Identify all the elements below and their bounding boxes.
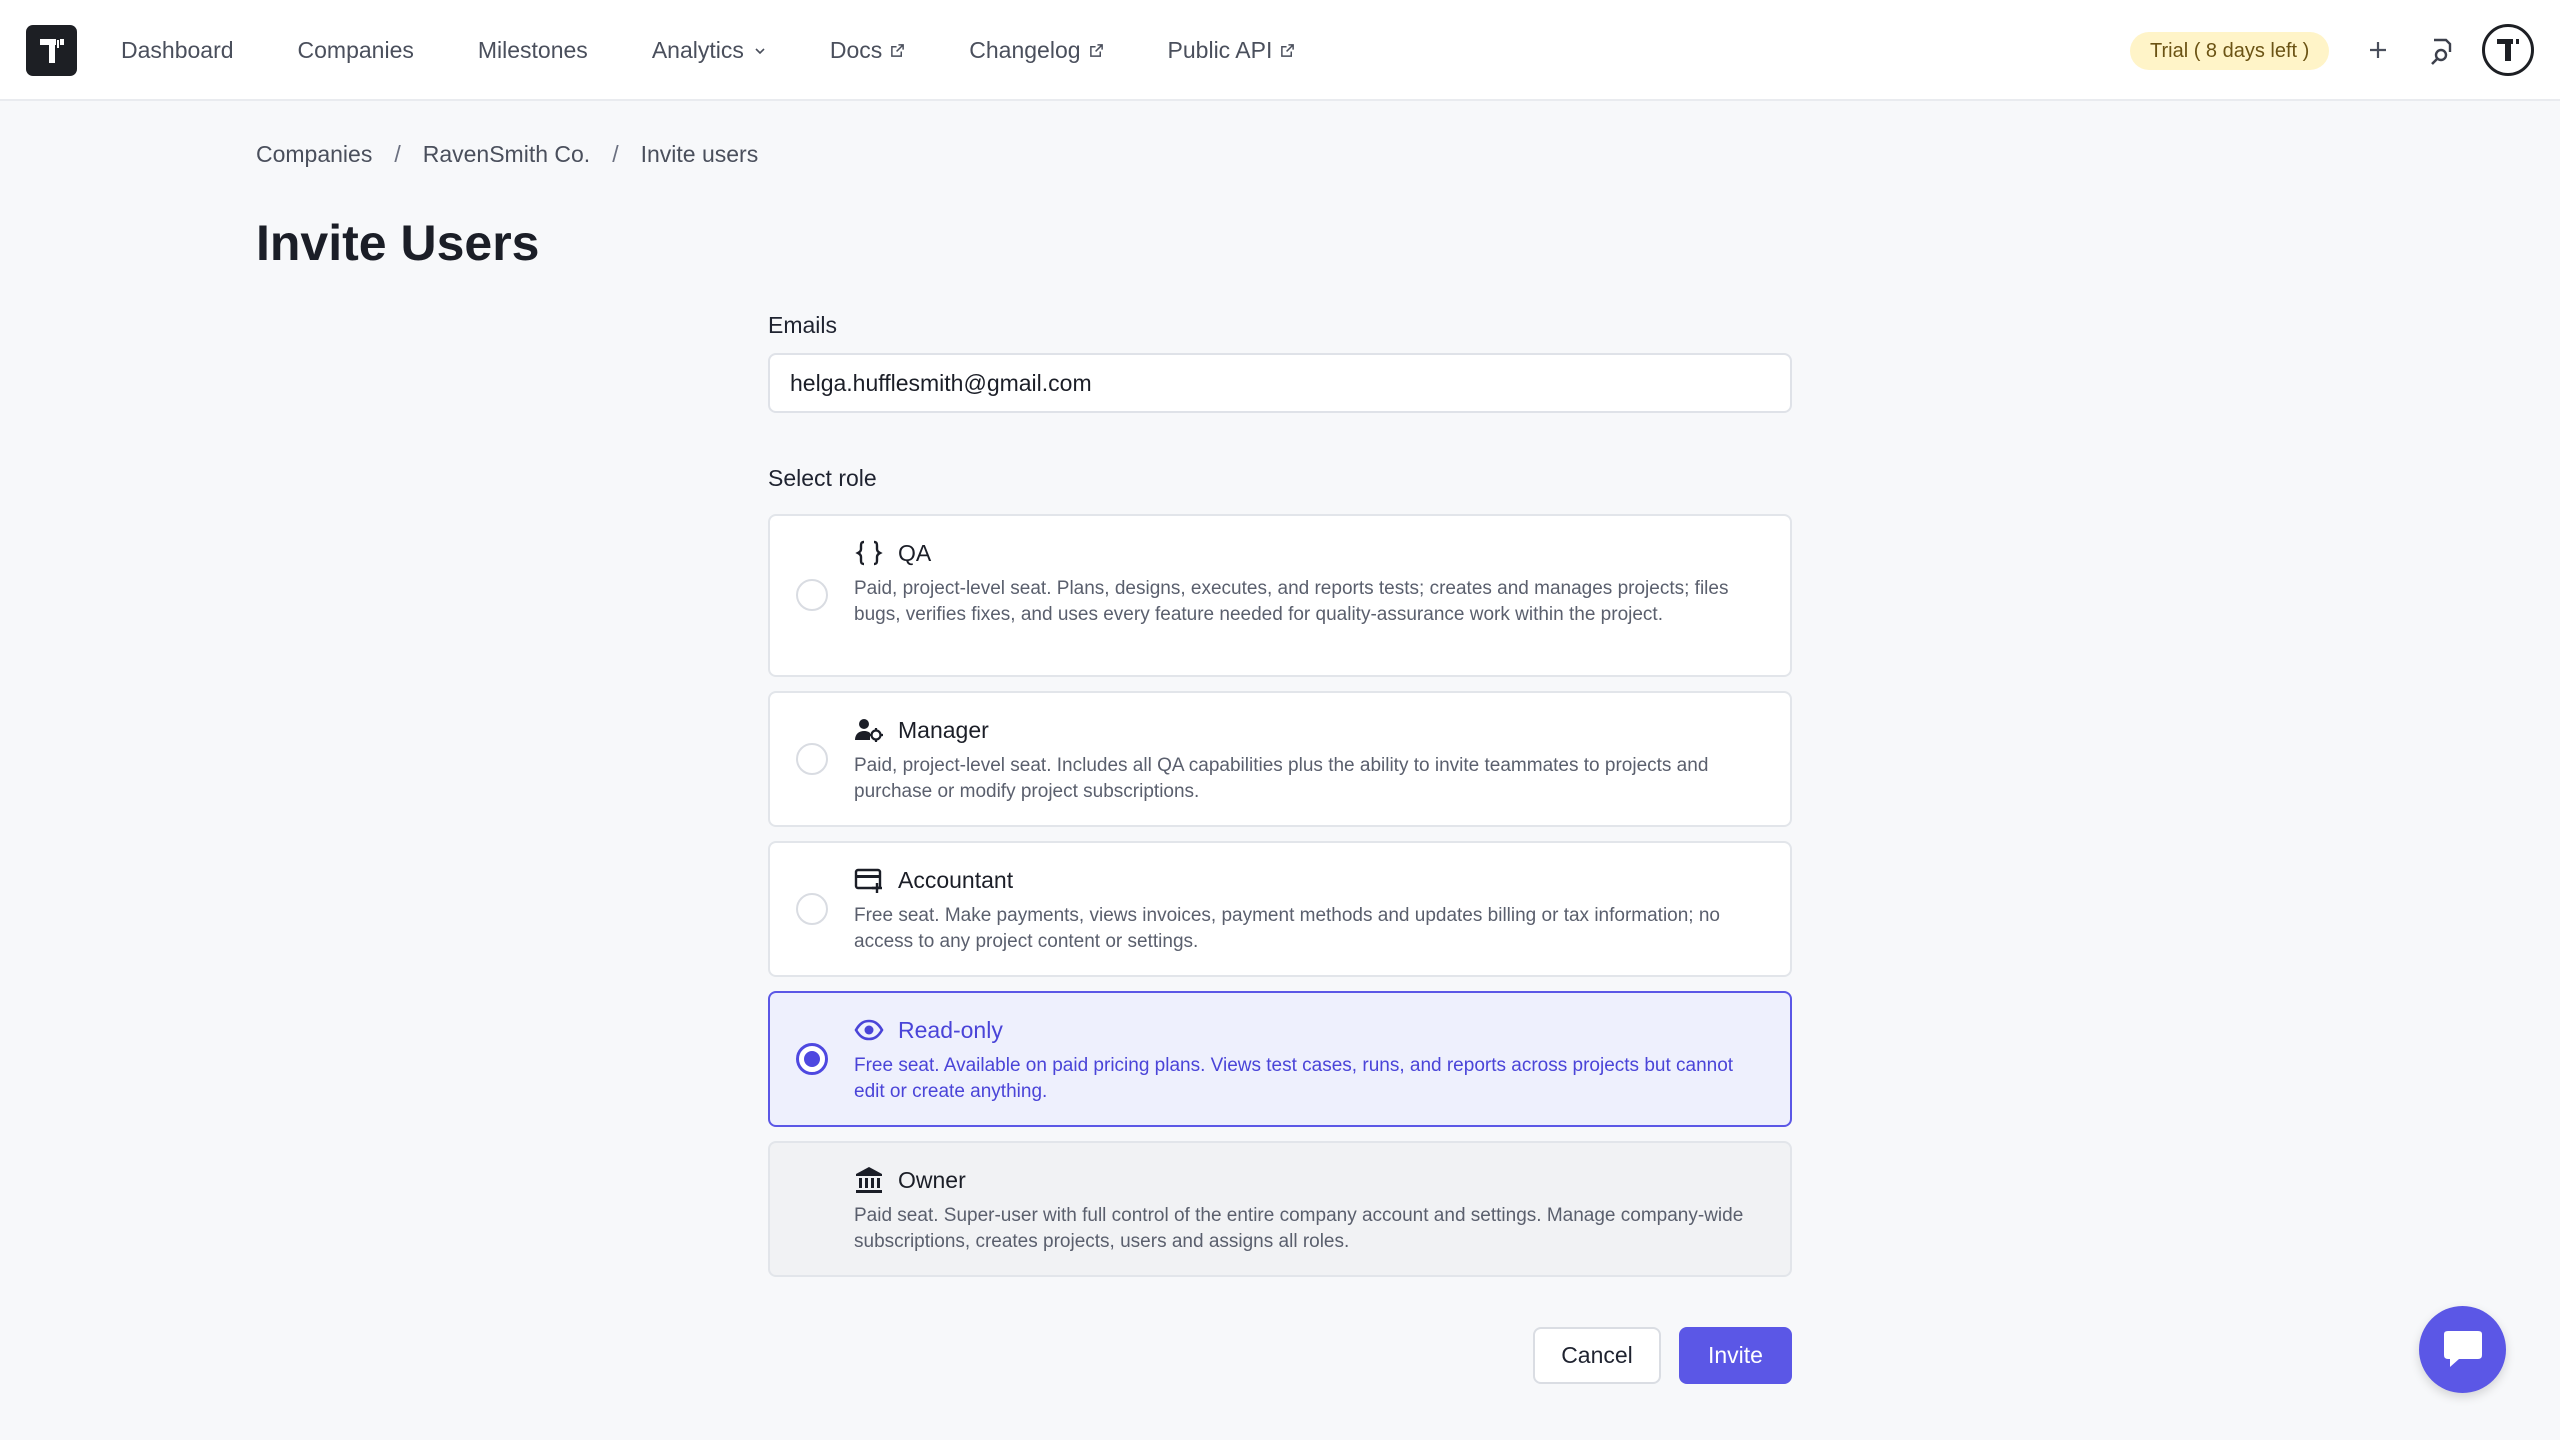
role-title-qa: QA (898, 539, 932, 566)
role-radio-qa[interactable] (796, 579, 828, 611)
breadcrumb-current: Invite users (640, 141, 759, 167)
nav-docs-label: Docs (829, 37, 883, 63)
bank-icon (854, 1165, 884, 1195)
breadcrumb-companies[interactable]: Companies (256, 141, 372, 168)
role-desc-qa: Paid, project-level seat. Plans, designs… (854, 578, 1729, 625)
role-desc-accountant: Free seat. Make payments, views invoices… (854, 905, 1720, 952)
add-button[interactable] (2360, 32, 2396, 68)
nav-analytics-label: Analytics (651, 37, 744, 63)
breadcrumb-separator: / (394, 141, 401, 167)
avatar-logo-icon (2497, 39, 2519, 61)
emails-label: Emails (768, 312, 838, 338)
role-option-qa[interactable]: QA Paid, project-level seat. Plans, desi… (768, 514, 1792, 677)
external-link-icon (1281, 44, 1295, 57)
nav-docs[interactable]: Docs (830, 37, 905, 64)
cancel-button[interactable]: Cancel (1533, 1327, 1661, 1384)
role-radio-manager[interactable] (796, 743, 828, 775)
form-actions: Cancel Invite (1533, 1327, 1792, 1384)
role-option-accountant[interactable]: Accountant Free seat. Make payments, vie… (768, 841, 1792, 977)
nav-analytics[interactable]: Analytics (652, 37, 766, 64)
breadcrumb-company[interactable]: RavenSmith Co. (423, 141, 590, 168)
nav-changelog[interactable]: Changelog (969, 37, 1103, 64)
search-doc-icon (2431, 38, 2452, 65)
role-option-manager[interactable]: Manager Paid, project-level seat. Includ… (768, 691, 1792, 827)
select-role-label: Select role (768, 465, 877, 491)
trial-badge[interactable]: Trial ( 8 days left ) (2130, 32, 2330, 70)
main-nav: Dashboard Companies Milestones Analytics… (121, 0, 1359, 101)
role-option-owner: Owner Paid seat. Super-user with full co… (768, 1141, 1792, 1277)
top-navigation-bar: Dashboard Companies Milestones Analytics… (0, 0, 2560, 101)
role-title-owner: Owner (898, 1166, 966, 1193)
external-link-icon (1089, 44, 1103, 57)
breadcrumb-separator: / (612, 141, 619, 167)
user-avatar[interactable] (2482, 24, 2534, 76)
chevron-down-icon (755, 47, 765, 54)
role-desc-read-only: Free seat. Available on paid pricing pla… (854, 1055, 1734, 1102)
nav-dashboard-label: Dashboard (121, 37, 234, 63)
external-link-icon (891, 44, 905, 57)
eye-icon (854, 1015, 884, 1045)
role-title-read-only: Read-only (898, 1016, 1003, 1043)
role-radio-read-only[interactable] (796, 1043, 828, 1075)
nav-public-api[interactable]: Public API (1168, 37, 1296, 64)
app-logo-icon[interactable] (26, 25, 77, 76)
role-radio-accountant[interactable] (796, 893, 828, 925)
nav-milestones[interactable]: Milestones (478, 37, 588, 64)
breadcrumb: Companies / RavenSmith Co. / Invite user… (256, 141, 758, 168)
nav-companies-label: Companies (297, 37, 414, 63)
role-title-manager: Manager (898, 716, 989, 743)
user-gear-icon (854, 715, 884, 745)
invite-form: Emails Select role QA Paid, project-leve… (768, 312, 1792, 1291)
nav-changelog-label: Changelog (969, 37, 1081, 63)
braces-icon (854, 538, 884, 568)
role-title-accountant: Accountant (898, 866, 1014, 893)
chat-support-button[interactable] (2419, 1306, 2506, 1393)
plus-icon (2370, 42, 2386, 58)
nav-milestones-label: Milestones (477, 37, 588, 63)
nav-companies[interactable]: Companies (298, 37, 414, 64)
page-title: Invite Users (256, 215, 540, 271)
chat-icon (2443, 1330, 2482, 1367)
role-desc-owner: Paid seat. Super-user with full control … (854, 1205, 1744, 1252)
invite-button[interactable]: Invite (1679, 1327, 1792, 1384)
role-option-read-only[interactable]: Read-only Free seat. Available on paid p… (768, 991, 1792, 1127)
nav-public-api-label: Public API (1167, 37, 1273, 63)
card-plus-icon (854, 865, 884, 895)
search-button[interactable] (2422, 32, 2460, 70)
nav-dashboard[interactable]: Dashboard (121, 37, 234, 64)
role-desc-manager: Paid, project-level seat. Includes all Q… (854, 755, 1709, 802)
emails-input[interactable] (768, 353, 1792, 413)
